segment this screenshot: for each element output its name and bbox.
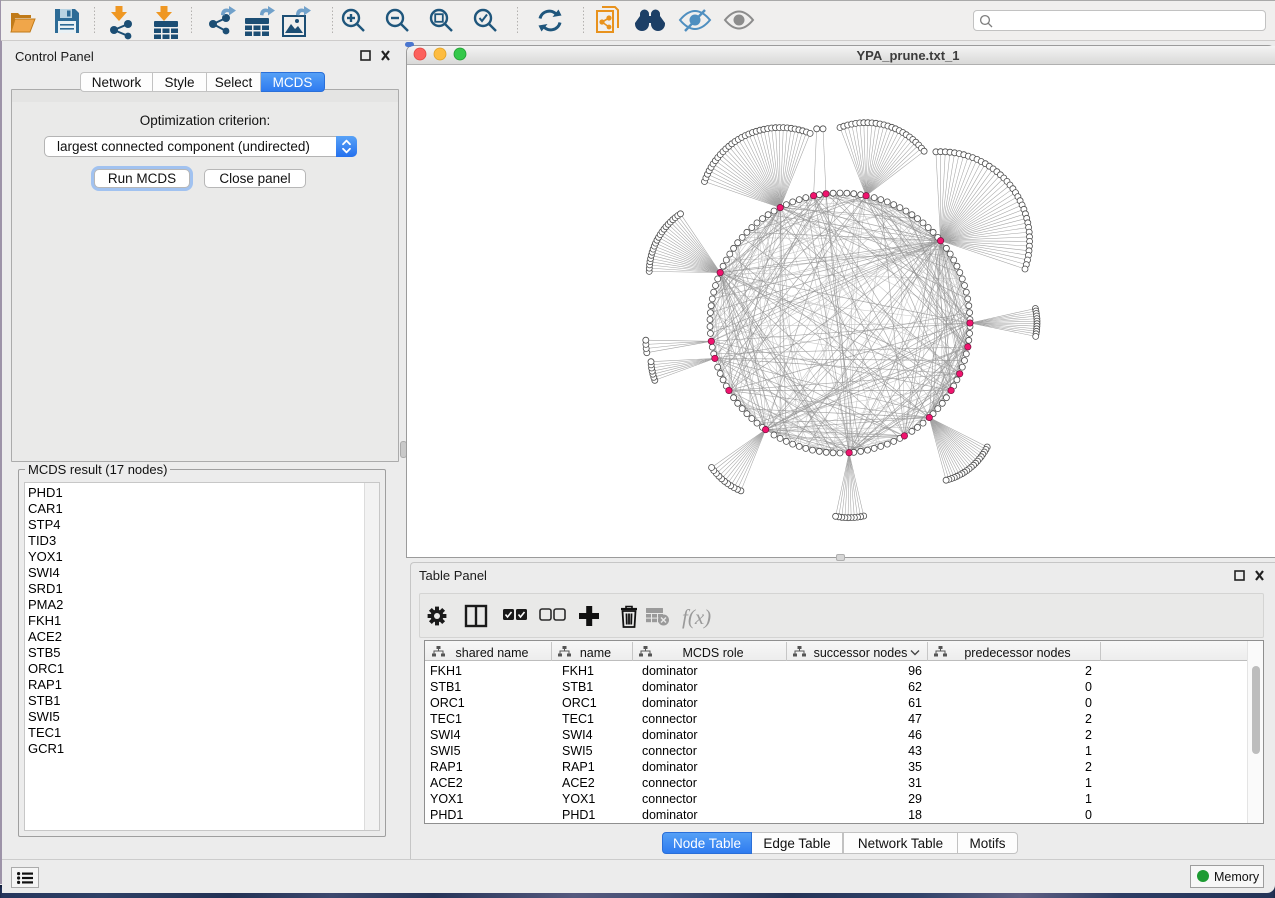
svg-text:f(x): f(x) xyxy=(682,605,711,629)
